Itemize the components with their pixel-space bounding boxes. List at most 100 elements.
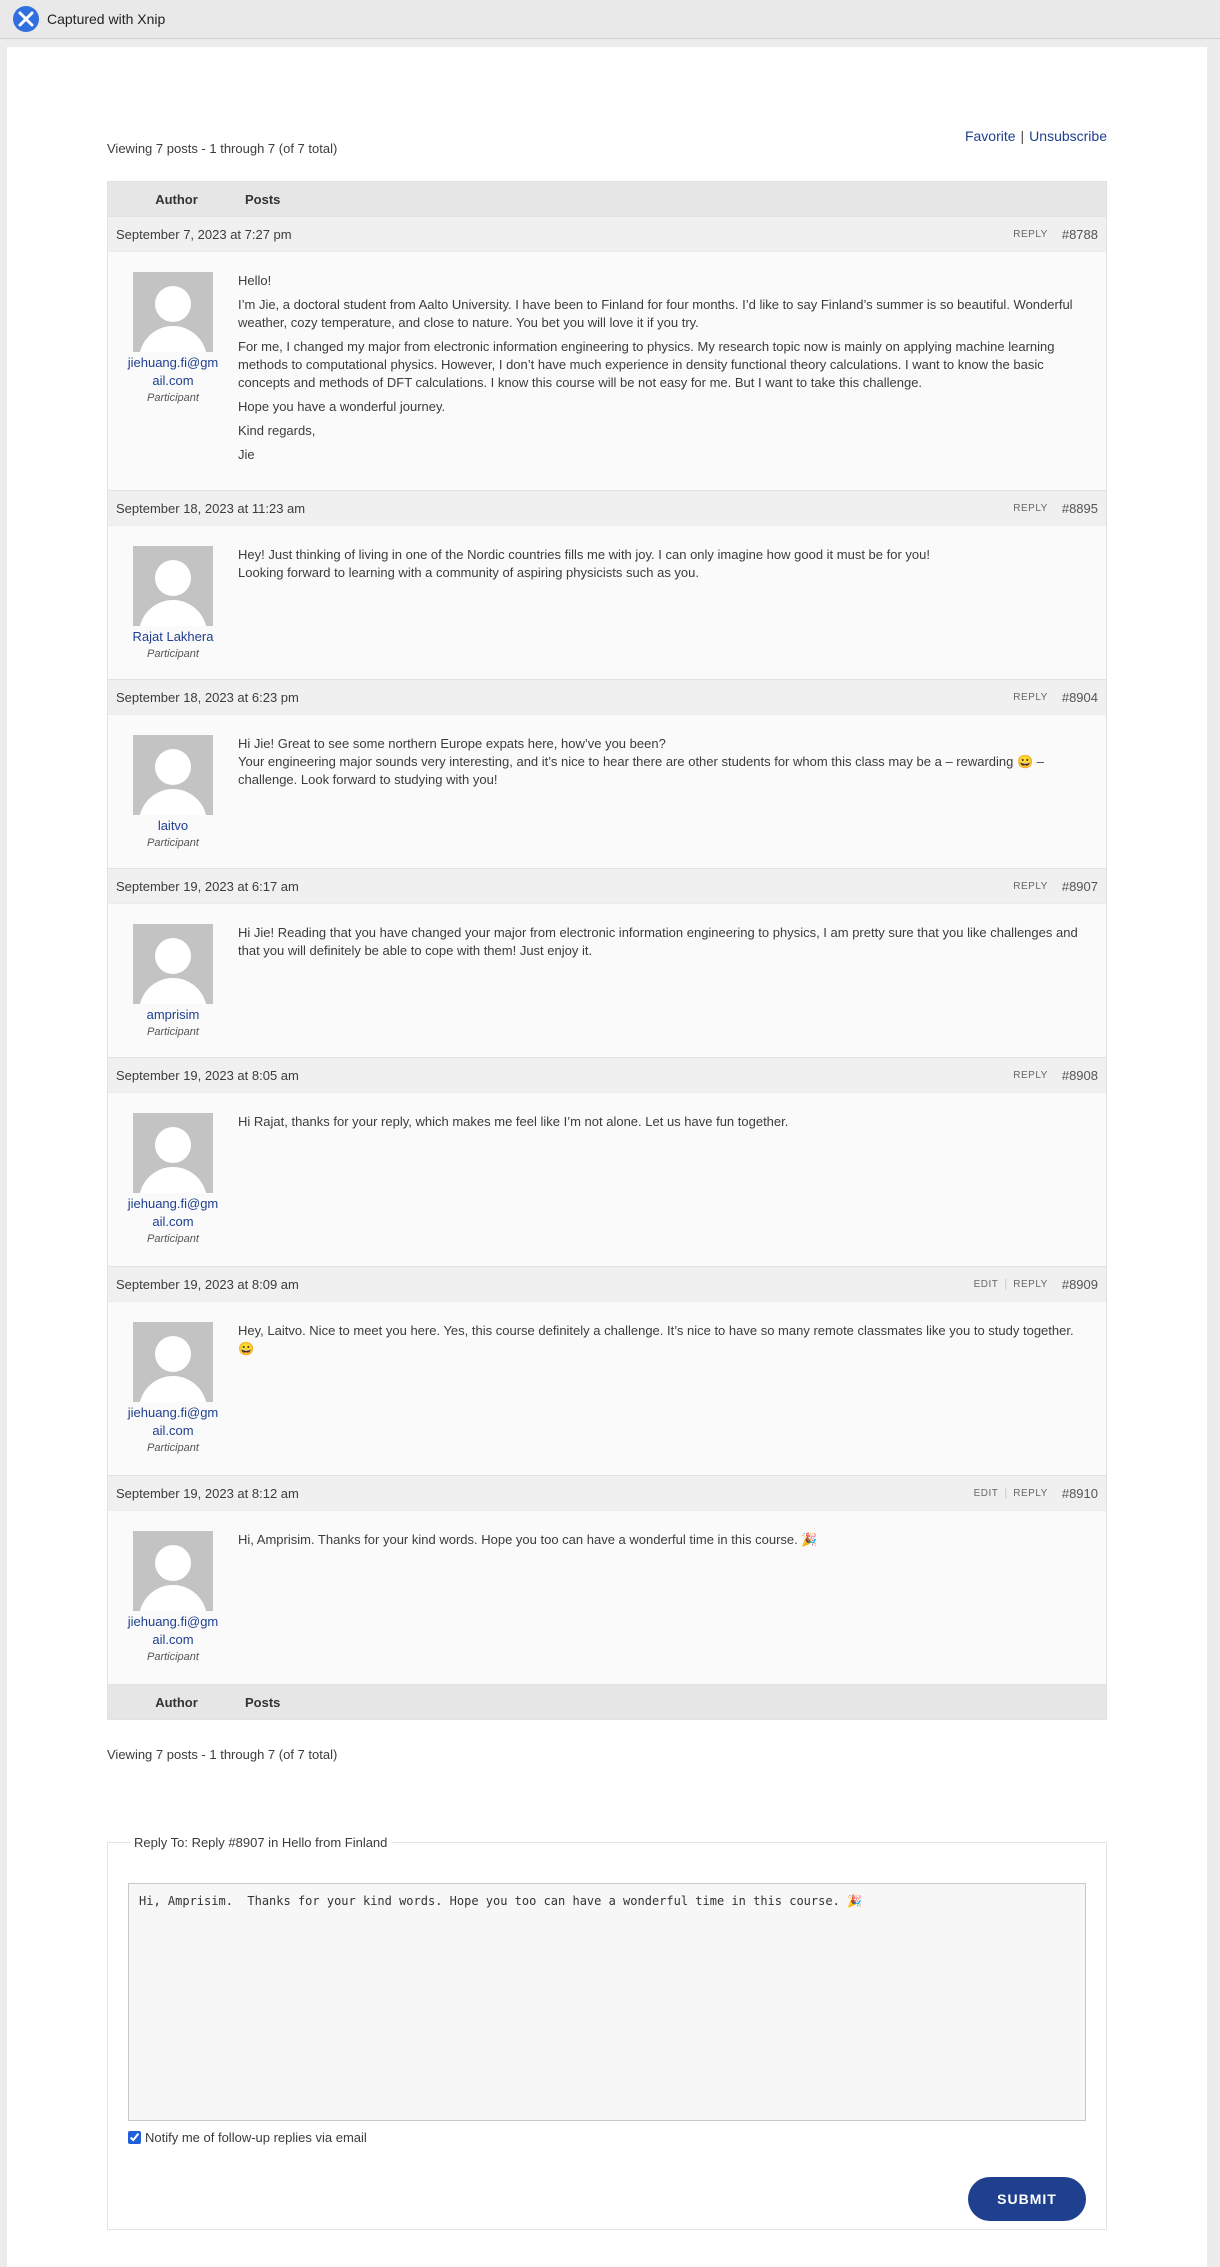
author-role: Participant <box>147 392 199 404</box>
author-name-link[interactable]: amprisim <box>108 1006 238 1024</box>
post-header: September 18, 2023 at 11:23 am REPLY #88… <box>108 490 1106 525</box>
post-text-line: Hello! <box>238 273 272 288</box>
submit-button[interactable]: SUBMIT <box>968 2177 1086 2221</box>
unsubscribe-link[interactable]: Unsubscribe <box>1029 128 1107 144</box>
post-text-line: Looking forward to learning with a commu… <box>238 565 699 580</box>
notify-checkbox[interactable] <box>128 2131 141 2144</box>
reply-form-legend: Reply To: Reply #8907 in Hello from Finl… <box>130 1835 392 1850</box>
post-paragraph: Hi Jie! Reading that you have changed yo… <box>238 924 1086 960</box>
post-body: Rajat Lakhera Participant Hey! Just thin… <box>108 525 1106 679</box>
reply-link[interactable]: REPLY <box>1013 503 1048 514</box>
reply-textarea[interactable] <box>128 1883 1086 2121</box>
post-paragraph: Hi, Amprisim. Thanks for your kind words… <box>238 1531 1086 1549</box>
author-role: Participant <box>147 1442 199 1454</box>
post-text-line: Hi Jie! Great to see some northern Europ… <box>238 736 666 751</box>
post-permalink[interactable]: #8895 <box>1062 501 1098 516</box>
post-date: September 19, 2023 at 8:09 am <box>116 1276 299 1292</box>
post-permalink[interactable]: #8908 <box>1062 1068 1098 1083</box>
author-name-link[interactable]: jiehuang.fi@gmail.com <box>108 1613 238 1649</box>
post-permalink[interactable]: #8909 <box>1062 1277 1098 1292</box>
post-paragraph: Hello! <box>238 272 1086 290</box>
avatar[interactable] <box>133 546 213 626</box>
reply-link[interactable]: REPLY <box>1013 1070 1048 1081</box>
post-actions: REPLY #8904 <box>1013 690 1098 705</box>
post-text-line: I’m Jie, a doctoral student from Aalto U… <box>238 297 1073 330</box>
post-list: September 7, 2023 at 7:27 pm REPLY #8788… <box>108 216 1106 1684</box>
xnip-logo-icon <box>13 6 39 32</box>
post-paragraph: Hi Jie! Great to see some northern Europ… <box>238 735 1086 789</box>
post-body: jiehuang.fi@gmail.com Participant Hello!… <box>108 251 1106 490</box>
post-permalink[interactable]: #8904 <box>1062 690 1098 705</box>
post-content: Hello! I’m Jie, a doctoral student from A… <box>238 252 1106 490</box>
post-paragraph: I’m Jie, a doctoral student from Aalto U… <box>238 296 1086 332</box>
author-name-link[interactable]: jiehuang.fi@gmail.com <box>108 1195 238 1231</box>
posts-column-header: Posts <box>245 191 281 207</box>
edit-link[interactable]: EDIT <box>974 1488 999 1499</box>
post-content: Hey! Just thinking of living in one of t… <box>238 526 1106 679</box>
post-paragraph: Hi Rajat, thanks for your reply, which m… <box>238 1113 1086 1131</box>
post-author: jiehuang.fi@gmail.com Participant <box>108 1302 238 1475</box>
avatar[interactable] <box>133 272 213 352</box>
action-divider: | <box>1004 1278 1008 1290</box>
reply-link[interactable]: REPLY <box>1013 1279 1048 1290</box>
edit-link[interactable]: EDIT <box>974 1279 999 1290</box>
forum-posts: Author Posts September 7, 2023 at 7:27 p… <box>107 181 1107 1720</box>
post-body: jiehuang.fi@gmail.com Participant Hey, L… <box>108 1301 1106 1475</box>
post-paragraph: Kind regards, <box>238 422 1086 440</box>
post-text-line: Hope you have a wonderful journey. <box>238 399 446 414</box>
avatar[interactable] <box>133 1113 213 1193</box>
pagination-count-bottom: Viewing 7 posts - 1 through 7 (of 7 tota… <box>107 1747 338 1762</box>
table-header: Author Posts <box>108 182 1106 216</box>
post-date: September 19, 2023 at 8:12 am <box>116 1485 299 1501</box>
post: September 18, 2023 at 11:23 am REPLY #88… <box>108 490 1106 679</box>
author-name-link[interactable]: jiehuang.fi@gmail.com <box>108 1404 238 1440</box>
post-actions: EDIT | REPLY #8909 <box>974 1277 1098 1292</box>
post-header: September 19, 2023 at 8:05 am REPLY #890… <box>108 1057 1106 1092</box>
post: September 19, 2023 at 8:09 am EDIT | REP… <box>108 1266 1106 1475</box>
author-name-link[interactable]: jiehuang.fi@gmail.com <box>108 354 238 390</box>
post-permalink[interactable]: #8907 <box>1062 879 1098 894</box>
author-role: Participant <box>147 1651 199 1663</box>
post-paragraph: Jie <box>238 446 1086 464</box>
topic-actions: Favorite | Unsubscribe <box>965 128 1107 144</box>
reply-link[interactable]: REPLY <box>1013 692 1048 703</box>
author-column-header: Author <box>155 191 198 207</box>
post-text-line: Hi Rajat, thanks for your reply, which m… <box>238 1114 789 1129</box>
post-header: September 7, 2023 at 7:27 pm REPLY #8788 <box>108 216 1106 251</box>
avatar[interactable] <box>133 1531 213 1611</box>
post-author: laitvo Participant <box>108 715 238 868</box>
post-author: jiehuang.fi@gmail.com Participant <box>108 252 238 490</box>
author-role: Participant <box>147 1026 199 1038</box>
post-date: September 18, 2023 at 11:23 am <box>116 500 306 516</box>
post: September 19, 2023 at 8:05 am REPLY #890… <box>108 1057 1106 1266</box>
avatar[interactable] <box>133 924 213 1004</box>
post-permalink[interactable]: #8788 <box>1062 227 1098 242</box>
post-date: September 7, 2023 at 7:27 pm <box>116 226 292 242</box>
notify-label: Notify me of follow-up replies via email <box>145 2130 367 2145</box>
post-body: jiehuang.fi@gmail.com Participant Hi, Am… <box>108 1510 1106 1684</box>
avatar[interactable] <box>133 735 213 815</box>
post-actions: REPLY #8788 <box>1013 227 1098 242</box>
post-body: amprisim Participant Hi Jie! Reading tha… <box>108 903 1106 1057</box>
post-text-line: Hey! Just thinking of living in one of t… <box>238 547 930 562</box>
reply-form: Reply To: Reply #8907 in Hello from Finl… <box>107 1835 1107 2230</box>
reply-link[interactable]: REPLY <box>1013 1488 1048 1499</box>
reply-link[interactable]: REPLY <box>1013 881 1048 892</box>
post-text-line: Hi Jie! Reading that you have changed yo… <box>238 925 1078 958</box>
favorite-link[interactable]: Favorite <box>965 128 1016 144</box>
post-content: Hi Jie! Great to see some northern Europ… <box>238 715 1106 868</box>
post: September 7, 2023 at 7:27 pm REPLY #8788… <box>108 216 1106 490</box>
post-paragraph: Hey, Laitvo. Nice to meet you here. Yes,… <box>238 1322 1086 1358</box>
page: Favorite | Unsubscribe Viewing 7 posts - 1… <box>7 47 1207 2267</box>
post-content: Hi, Amprisim. Thanks for your kind words… <box>238 1511 1106 1684</box>
post-date: September 19, 2023 at 8:05 am <box>116 1067 299 1083</box>
author-name-link[interactable]: laitvo <box>108 817 238 835</box>
post-permalink[interactable]: #8910 <box>1062 1486 1098 1501</box>
notify-option[interactable]: Notify me of follow-up replies via email <box>128 2130 367 2145</box>
reply-link[interactable]: REPLY <box>1013 229 1048 240</box>
post-paragraph: Hope you have a wonderful journey. <box>238 398 1086 416</box>
author-name-link[interactable]: Rajat Lakhera <box>108 628 238 646</box>
avatar[interactable] <box>133 1322 213 1402</box>
action-divider: | <box>1004 1487 1008 1499</box>
post-actions: REPLY #8908 <box>1013 1068 1098 1083</box>
